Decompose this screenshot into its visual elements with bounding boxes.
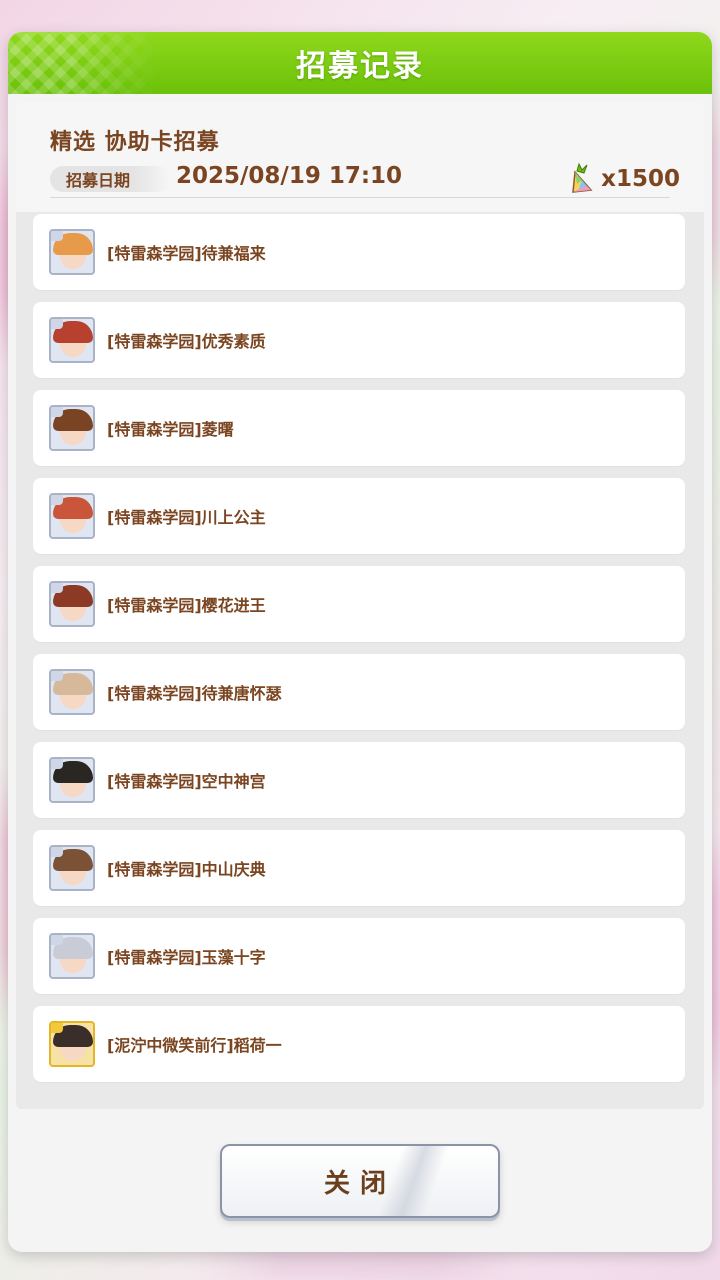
rarity-badge (51, 671, 63, 681)
result-row[interactable]: [特雷森学园]待兼唐怀瑟 (33, 654, 685, 730)
result-row[interactable]: [特雷森学园]中山庆典 (33, 830, 685, 906)
result-row[interactable]: [特雷森学园]樱花进王 (33, 566, 685, 642)
support-card-avatar (49, 405, 95, 451)
rarity-badge (51, 1023, 63, 1033)
date-label: 招募日期 (50, 166, 170, 192)
result-label: [特雷森学园]优秀素质 (107, 332, 266, 351)
rarity-badge (51, 495, 63, 505)
result-row[interactable]: [特雷森学园]菱曙 (33, 390, 685, 466)
support-card-avatar (49, 757, 95, 803)
rarity-badge (51, 231, 63, 241)
result-row[interactable]: [泥泞中微笑前行]稻荷一 (33, 1006, 685, 1082)
date-value: 2025/08/19 17:10 (176, 163, 403, 189)
close-button[interactable]: 关闭 (220, 1144, 500, 1218)
result-label: [特雷森学园]樱花进王 (107, 596, 266, 615)
divider (50, 197, 670, 198)
support-card-avatar (49, 229, 95, 275)
header-pattern (8, 32, 158, 94)
result-row[interactable]: [特雷森学园]川上公主 (33, 478, 685, 554)
support-card-avatar (49, 493, 95, 539)
cost: x1500 (565, 162, 680, 196)
rarity-badge (51, 935, 63, 945)
rarity-badge (51, 759, 63, 769)
result-row[interactable]: [特雷森学园]玉藻十字 (33, 918, 685, 994)
result-row[interactable]: [特雷森学园]待兼福来 (33, 214, 685, 290)
dialog-title: 招募记录 (296, 49, 424, 84)
banner-name: 精选 协助卡招募 (50, 130, 220, 155)
cost-amount: x1500 (601, 166, 680, 192)
dialog-content: 精选 协助卡招募 招募日期 2025/08/19 17:10 x1500 [特雷… (16, 102, 704, 1109)
result-label: [特雷森学园]菱曙 (107, 420, 234, 439)
rarity-badge (51, 407, 63, 417)
result-label: [特雷森学园]玉藻十字 (107, 948, 266, 967)
support-card-avatar (49, 669, 95, 715)
support-card-avatar (49, 317, 95, 363)
support-card-avatar (49, 581, 95, 627)
recruit-info: 精选 协助卡招募 招募日期 2025/08/19 17:10 x1500 (16, 102, 704, 212)
dialog-header: 招募记录 (8, 32, 712, 94)
rarity-badge (51, 583, 63, 593)
recruit-history-dialog: 招募记录 精选 协助卡招募 招募日期 2025/08/19 17:10 x150… (8, 32, 712, 1252)
rarity-badge (51, 319, 63, 329)
result-label: [特雷森学园]空中神宫 (107, 772, 266, 791)
result-label: [特雷森学园]待兼福来 (107, 244, 266, 263)
rarity-badge (51, 847, 63, 857)
result-label: [特雷森学园]川上公主 (107, 508, 266, 527)
close-button-label: 关闭 (323, 1168, 396, 1199)
result-list: [特雷森学园]待兼福来 [特雷森学园]优秀素质 [特雷森学园]菱曙 [特雷森学园]川上… (33, 214, 685, 1094)
result-row[interactable]: [特雷森学园]优秀素质 (33, 302, 685, 378)
result-label: [特雷森学园]中山庆典 (107, 860, 266, 879)
support-card-avatar (49, 1021, 95, 1067)
result-label: [特雷森学园]待兼唐怀瑟 (107, 684, 282, 703)
support-card-avatar (49, 845, 95, 891)
carrot-icon (572, 162, 593, 193)
support-card-avatar (49, 933, 95, 979)
result-label: [泥泞中微笑前行]稻荷一 (107, 1036, 282, 1055)
result-row[interactable]: [特雷森学园]空中神宫 (33, 742, 685, 818)
